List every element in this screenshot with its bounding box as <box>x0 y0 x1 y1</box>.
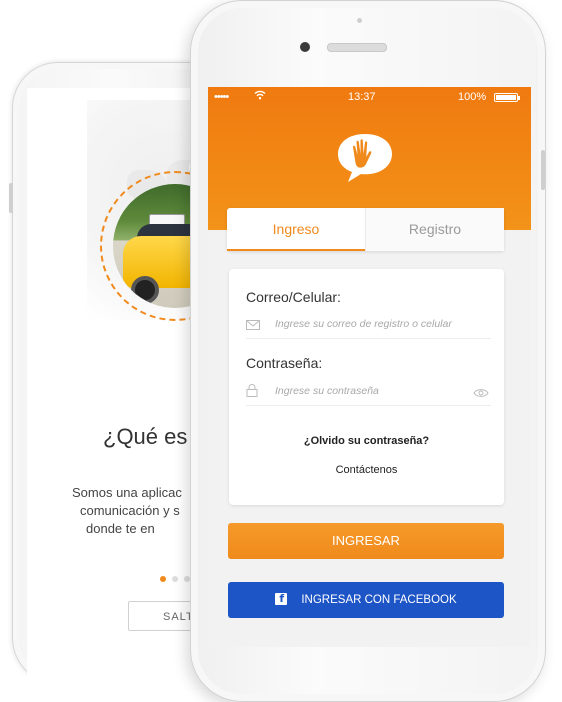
front-phone-side-button <box>541 150 545 190</box>
onboarding-description-line-2: comunicación y s <box>80 503 180 518</box>
front-phone-speaker <box>327 43 387 52</box>
onboarding-description-line-1: Somos una aplicac <box>72 485 182 500</box>
contact-link[interactable]: Contáctenos <box>229 464 504 476</box>
tab-ingreso[interactable]: Ingreso <box>227 208 365 251</box>
onboarding-description: Somos una aplicac comunicación y s donde… <box>72 484 182 538</box>
wifi-icon <box>254 90 266 103</box>
taxi-wheel-front <box>131 276 159 304</box>
onboarding-description-line-3: donde te en <box>86 521 155 536</box>
password-placeholder: Ingrese su contraseña <box>275 385 379 397</box>
forgot-password-link[interactable]: ¿Olvido su contraseña? <box>229 435 504 447</box>
facebook-login-label: INGRESAR CON FACEBOOK <box>301 594 457 606</box>
eye-icon[interactable] <box>473 385 489 403</box>
front-phone-sensor <box>357 18 362 23</box>
login-button[interactable]: INGRESAR <box>228 523 504 559</box>
hand-speech-bubble-icon <box>334 130 396 186</box>
login-form-card: Correo/Celular: Ingrese su correo de reg… <box>229 269 504 505</box>
pagination-dot <box>172 576 178 582</box>
facebook-login-button[interactable]: f INGRESAR CON FACEBOOK <box>228 582 504 618</box>
mail-icon <box>246 317 260 335</box>
email-label: Correo/Celular: <box>246 289 341 305</box>
lock-icon <box>246 384 258 402</box>
email-placeholder: Ingrese su correo de registro o celular <box>275 318 452 330</box>
password-field[interactable]: Ingrese su contraseña <box>246 377 491 406</box>
facebook-icon: f <box>275 592 288 605</box>
battery-icon <box>494 93 520 102</box>
pagination-dots <box>160 576 190 582</box>
status-bar: ••••• 13:37 100% <box>208 90 531 107</box>
pagination-dot-active <box>160 576 166 582</box>
status-time: 13:37 <box>348 91 376 103</box>
tab-registro[interactable]: Registro <box>365 208 504 251</box>
back-phone-side-button <box>9 183 13 213</box>
email-field[interactable]: Ingrese su correo de registro o celular <box>246 310 491 339</box>
auth-tabs: Ingreso Registro <box>227 208 504 251</box>
front-phone-camera <box>300 42 310 52</box>
password-label: Contraseña: <box>246 355 323 371</box>
login-screen: ••••• 13:37 100% Ingreso Registro Correo… <box>208 87 531 647</box>
onboarding-title: ¿Qué es <box>103 424 188 449</box>
signal-strength: ••••• <box>214 91 229 103</box>
battery-percentage: 100% <box>458 91 487 103</box>
